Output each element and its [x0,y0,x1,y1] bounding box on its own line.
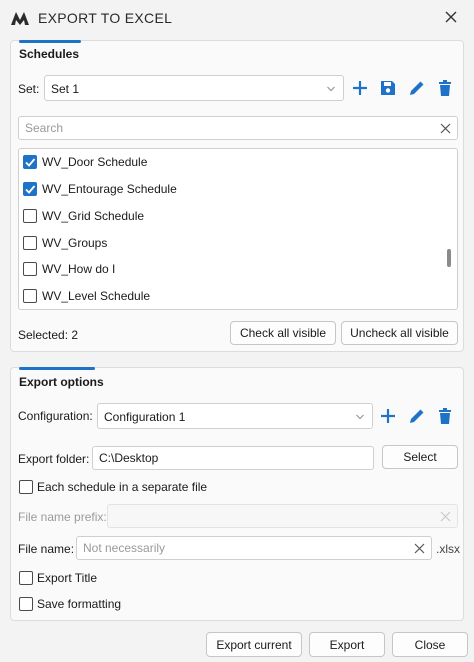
configuration-dropdown-value: Configuration 1 [104,410,186,424]
select-folder-button[interactable]: Select [382,445,458,469]
selected-count: Selected: 2 [18,328,79,342]
delete-configuration-button[interactable] [434,405,456,427]
app-logo-icon [11,12,29,25]
pencil-icon [410,81,424,95]
separate-file-option[interactable]: Each schedule in a separate file [19,480,207,494]
add-configuration-button[interactable] [377,405,399,427]
export-options-title: Export options [19,375,104,389]
list-item[interactable]: WV_Groups [23,231,423,255]
plus-icon [381,409,395,423]
export-folder-input[interactable] [94,448,371,468]
search-input[interactable] [20,118,433,138]
export-button[interactable]: Export [309,632,385,657]
close-button[interactable]: Close [392,632,468,657]
delete-set-button[interactable] [434,77,456,99]
schedule-search[interactable] [18,116,458,140]
save-icon [381,81,395,95]
set-dropdown[interactable]: Set 1 [44,75,344,101]
set-label: Set: [18,82,40,96]
list-item[interactable]: WV_How do I [23,257,423,281]
schedule-label: WV_How do I [42,262,116,276]
export-title-option[interactable]: Export Title [19,571,97,585]
save-formatting-checkbox[interactable] [19,597,33,611]
clear-file-name-icon[interactable] [414,543,425,554]
export-folder-label: Export folder: [18,452,90,466]
save-formatting-option[interactable]: Save formatting [19,597,121,611]
list-item[interactable]: WV_Entourage Schedule [23,177,423,201]
file-name-prefix-input[interactable] [109,506,433,526]
file-extension-label: .xlsx [436,542,460,556]
save-set-button[interactable] [377,77,399,99]
uncheck-all-visible-button[interactable]: Uncheck all visible [341,321,458,345]
edit-set-button[interactable] [406,77,428,99]
clear-search-icon[interactable] [440,123,451,134]
clear-prefix-icon [440,511,451,522]
window-title: EXPORT TO EXCEL [38,10,173,26]
save-formatting-label: Save formatting [37,597,122,611]
schedule-label: WV_Level Schedule [42,289,151,303]
list-item[interactable]: WV_Door Schedule [23,150,423,174]
schedule-checkbox[interactable] [23,182,37,196]
configuration-label: Configuration: [18,409,93,423]
trash-icon [439,80,451,96]
export-title-label: Export Title [37,571,98,585]
group-accent-bar [19,40,81,43]
chevron-down-icon [327,86,335,92]
schedule-checkbox[interactable] [23,262,37,276]
separate-file-checkbox[interactable] [19,480,33,494]
list-scrollbar[interactable] [447,249,451,267]
title-bar: EXPORT TO EXCEL [0,0,474,36]
schedule-checkbox[interactable] [23,236,37,250]
edit-configuration-button[interactable] [406,405,428,427]
schedule-list[interactable]: WV_Door Schedule WV_Entourage Schedule W… [18,148,458,310]
file-name-label: File name: [18,542,75,556]
list-item[interactable]: WV_Grid Schedule [23,204,423,228]
list-item[interactable]: WV_Level Schedule [23,284,423,308]
export-folder-field[interactable] [92,446,374,470]
set-dropdown-value: Set 1 [51,82,80,96]
schedule-checkbox[interactable] [23,209,37,223]
check-all-visible-button[interactable]: Check all visible [230,321,336,345]
schedule-label: WV_Entourage Schedule [42,182,177,196]
group-accent-bar [19,367,95,370]
pencil-icon [410,409,424,423]
trash-icon [439,408,451,424]
schedule-label: WV_Door Schedule [42,155,148,169]
file-name-input[interactable] [78,538,407,558]
export-options-group: Export options Configuration: Configurat… [10,367,464,621]
schedules-title: Schedules [19,47,80,61]
schedule-checkbox[interactable] [23,155,37,169]
schedule-checkbox[interactable] [23,289,37,303]
close-icon[interactable] [442,8,460,26]
schedules-group: Schedules Set: Set 1 WV_Door Schedule WV… [10,40,464,352]
separate-file-label: Each schedule in a separate file [37,480,208,494]
add-set-button[interactable] [349,77,371,99]
export-current-button[interactable]: Export current [206,632,302,657]
configuration-dropdown[interactable]: Configuration 1 [97,403,373,429]
schedule-label: WV_Grid Schedule [42,209,145,223]
file-name-prefix-field[interactable] [107,504,458,528]
file-name-prefix-label: File name prefix: [18,510,107,524]
file-name-field[interactable] [76,536,432,560]
plus-icon [353,81,367,95]
schedule-label: WV_Groups [42,236,108,250]
export-title-checkbox[interactable] [19,571,33,585]
chevron-down-icon [356,414,364,420]
